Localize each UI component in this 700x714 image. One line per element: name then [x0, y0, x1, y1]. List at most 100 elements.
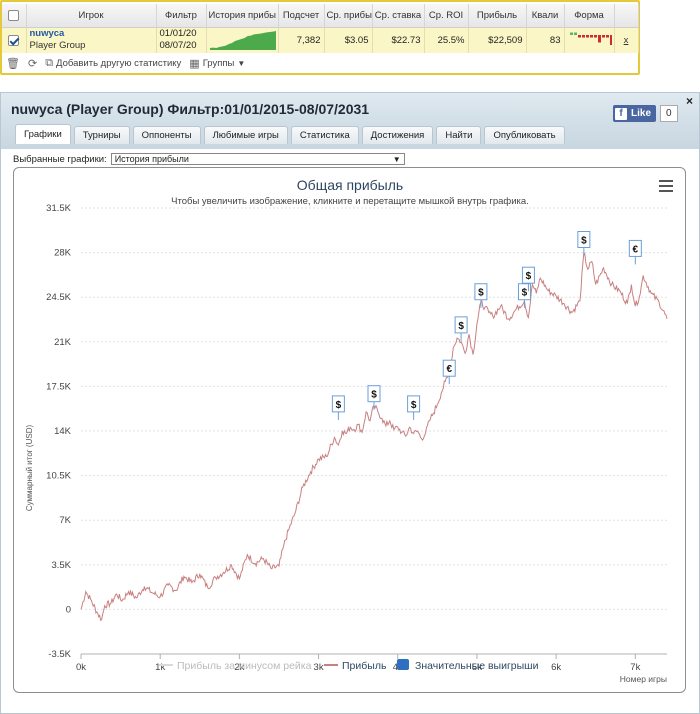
big-win-marker[interactable]: $	[331, 395, 345, 420]
add-stat-button[interactable]: ⧉ Добавить другую статистику	[45, 57, 181, 70]
y-tick-label: 21K	[54, 337, 72, 348]
groups-button[interactable]: ▦ Группы ▼	[189, 57, 245, 70]
form-bar	[601, 34, 605, 38]
row-checkbox[interactable]	[8, 34, 20, 46]
tab-publish[interactable]: Опубликовать	[484, 126, 565, 144]
form-bar	[585, 34, 589, 38]
big-win-symbol: €	[446, 364, 452, 375]
chart-grid	[81, 207, 667, 655]
big-win-marker[interactable]: $	[367, 385, 381, 410]
close-icon[interactable]: ×	[686, 94, 693, 108]
big-win-symbol: $	[336, 400, 342, 411]
y-axis-ticks: -3.5K 0 3.5K 7K 10.5K 14K 17.5K 21K 24.5K 28K 31.5…	[46, 203, 71, 660]
header-filter[interactable]: Фильтр	[156, 4, 207, 28]
big-win-marker[interactable]: $	[577, 231, 591, 256]
remove-row-button[interactable]: x	[624, 35, 629, 46]
chart-menu-icon[interactable]	[659, 180, 673, 192]
tab-charts[interactable]: Графики	[15, 124, 71, 144]
tab-favorite-games[interactable]: Любимые игры	[203, 126, 288, 144]
select-all-checkbox[interactable]	[8, 9, 20, 21]
big-win-symbol: $	[581, 236, 587, 247]
table-row[interactable]: nuwyca Player Group 01/01/20 08/07/20 7,…	[2, 27, 639, 53]
y-tick-label: 17.5K	[46, 381, 71, 392]
chart-title: Общая прибыль	[297, 177, 403, 193]
big-win-symbol: $	[526, 271, 532, 282]
tab-find[interactable]: Найти	[436, 126, 482, 144]
header-profit-history[interactable]: История прибы	[206, 4, 279, 28]
header-avg-stake[interactable]: Ср. ставка	[372, 4, 425, 28]
avg-stake-cell: $22.73	[372, 27, 425, 53]
header-player[interactable]: Игрок	[26, 4, 157, 28]
y-tick-label: 7K	[59, 515, 71, 526]
tab-tournaments[interactable]: Турниры	[73, 126, 130, 144]
x-tick-label: 1k	[155, 662, 165, 673]
filter-from: 01/01/20	[159, 28, 197, 40]
filter-cell: 01/01/20 08/07/20	[156, 27, 207, 53]
legend-item[interactable]: Прибыль за минусом рейка	[159, 660, 312, 672]
groups-label: Группы	[202, 57, 235, 69]
legend-item[interactable]: Прибыль	[324, 660, 387, 672]
big-win-symbol: $	[411, 400, 417, 411]
big-win-marker[interactable]: $	[407, 395, 421, 420]
y-tick-label: 28K	[54, 248, 72, 259]
header-quali[interactable]: Квали	[526, 4, 565, 28]
y-tick-label: -3.5K	[48, 649, 71, 660]
y-tick-label: 14K	[54, 426, 72, 437]
player-name[interactable]: nuwyca	[30, 28, 153, 40]
chevron-down-icon: ▼	[237, 58, 246, 68]
chart-container[interactable]: Общая прибыль Чтобы увеличить изображени…	[13, 167, 686, 693]
graph-select-row: Выбранные графики: История прибыли ▼	[13, 153, 405, 165]
tab-achievements[interactable]: Достижения	[361, 126, 434, 144]
big-win-marker[interactable]: €	[628, 239, 642, 265]
legend-label: Прибыль	[342, 660, 387, 672]
header-count[interactable]: Подсчет	[278, 4, 325, 28]
add-stat-label: Добавить другую статистику	[56, 57, 182, 69]
header-profit[interactable]: Прибыль	[468, 4, 527, 28]
header-select-all[interactable]	[2, 4, 27, 28]
stats-panel: Игрок Фильтр История прибы Подсчет Ср. п…	[0, 0, 640, 75]
big-wins-markers: $ $ $ € $ $ $ $ $ €	[331, 231, 642, 420]
row-select-cell[interactable]	[2, 27, 27, 53]
form-bar	[589, 34, 593, 38]
groups-icon: ▦	[189, 57, 200, 70]
facebook-like-button[interactable]: f Like	[613, 105, 657, 122]
x-axis-label: Номер игры	[620, 674, 667, 684]
profit-history-cell	[206, 27, 279, 53]
profit-chart[interactable]: Общая прибыль Чтобы увеличить изображени…	[14, 168, 685, 692]
legend-item[interactable]: Значительные выигрыши	[397, 659, 539, 672]
form-bar	[609, 34, 613, 45]
remove-cell: x	[614, 27, 639, 53]
form-bar	[577, 34, 581, 38]
table-header-row: Игрок Фильтр История прибы Подсчет Ср. п…	[2, 4, 639, 28]
big-win-symbol: $	[371, 390, 377, 401]
graph-select[interactable]: История прибыли ▼	[110, 153, 405, 165]
x-tick-label: 3k	[314, 662, 324, 673]
form-chart	[569, 32, 613, 45]
avg-roi-cell: 25.5%	[424, 27, 469, 53]
big-win-marker[interactable]: $	[474, 283, 488, 308]
x-tick-label: 6k	[551, 662, 561, 673]
header-avg-profit[interactable]: Ср. прибы	[324, 4, 373, 28]
filter-to: 08/07/20	[159, 40, 197, 52]
stats-table: Игрок Фильтр История прибы Подсчет Ср. п…	[2, 4, 639, 53]
header-form[interactable]: Форма	[564, 4, 615, 28]
chart-subtitle: Чтобы увеличить изображение, кликните и …	[171, 196, 529, 207]
form-cell	[564, 27, 615, 53]
form-bar	[581, 34, 585, 38]
player-detail-panel: nuwyca (Player Group) Фильтр:01/01/2015-…	[0, 92, 700, 714]
form-bar	[605, 34, 609, 38]
legend-swatch	[397, 659, 409, 670]
avg-profit-cell: $3.05	[324, 27, 373, 53]
facebook-icon: f	[615, 107, 627, 120]
tab-opponents[interactable]: Оппоненты	[132, 126, 201, 144]
header-avg-roi[interactable]: Ср. ROI	[424, 4, 469, 28]
big-win-symbol: $	[522, 288, 528, 299]
stats-toolbar: 🗑 ⟳ ⧉ Добавить другую статистику ▦ Групп…	[6, 54, 245, 72]
tab-statistics[interactable]: Статистика	[290, 126, 359, 144]
refresh-icon[interactable]: ⟳	[28, 57, 37, 70]
trash-icon[interactable]: 🗑	[6, 57, 20, 70]
form-bar	[573, 32, 577, 35]
x-tick-label: 7k	[630, 662, 640, 673]
chart-legend: Прибыль за минусом рейка Прибыль Значитель…	[159, 659, 539, 672]
profit-cell: $22,509	[468, 27, 527, 53]
